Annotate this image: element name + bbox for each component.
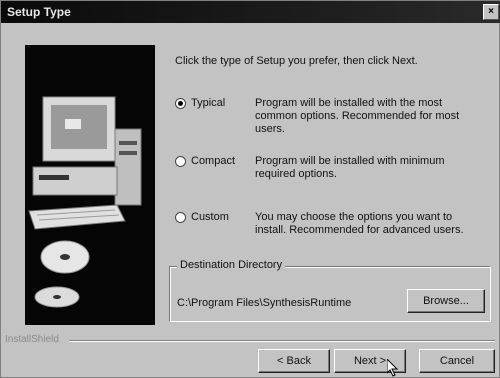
cancel-button[interactable]: Cancel: [419, 349, 495, 373]
radio-custom[interactable]: [175, 212, 186, 223]
footer-divider: [69, 340, 495, 342]
instruction-text: Click the type of Setup you prefer, then…: [175, 55, 418, 67]
option-typical-description: Program will be installed with the most …: [255, 97, 460, 135]
destination-legend: Destination Directory: [177, 259, 286, 271]
window-title: Setup Type: [7, 5, 71, 19]
option-typical-label[interactable]: Typical: [191, 97, 225, 109]
option-custom[interactable]: Custom You may choose the options you wa…: [175, 211, 495, 251]
option-compact[interactable]: Compact Program will be installed with m…: [175, 155, 495, 195]
option-custom-description: You may choose the options you want to i…: [255, 211, 464, 236]
radio-typical[interactable]: [175, 98, 186, 109]
setup-illustration: [25, 45, 155, 325]
back-button[interactable]: < Back: [258, 349, 330, 373]
close-icon[interactable]: ×: [483, 4, 499, 20]
option-typical[interactable]: Typical Program will be installed with t…: [175, 97, 495, 137]
browse-button[interactable]: Browse...: [407, 289, 485, 313]
option-compact-description: Program will be installed with minimum r…: [255, 155, 445, 180]
option-custom-label[interactable]: Custom: [191, 211, 229, 223]
option-compact-label[interactable]: Compact: [191, 155, 235, 167]
installshield-brand: InstallShield: [5, 334, 59, 345]
computer-illustration-icon: [28, 96, 142, 308]
destination-path: C:\Program Files\SynthesisRuntime: [177, 297, 352, 309]
setup-type-dialog: Setup Type × Click the type of Setup you…: [0, 0, 500, 378]
radio-compact[interactable]: [175, 156, 186, 167]
title-bar[interactable]: Setup Type ×: [1, 1, 500, 23]
mouse-pointer-icon: [387, 359, 399, 377]
